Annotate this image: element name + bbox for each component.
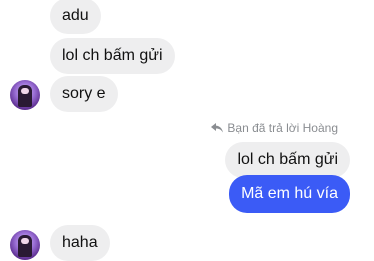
reply-arrow-icon (211, 123, 224, 133)
reply-note-text: Bạn đã trả lời Hoàng (227, 121, 338, 135)
sent-message-bubble[interactable]: Mã em hú vía (229, 175, 350, 213)
avatar-image (18, 235, 32, 257)
reply-indicator: Bạn đã trả lời Hoàng (211, 121, 338, 135)
message-bubble[interactable]: lol ch bấm gửi (50, 38, 175, 74)
message-bubble[interactable]: haha (50, 225, 110, 261)
message-text: lol ch bấm gửi (62, 47, 163, 64)
avatar[interactable] (10, 80, 40, 110)
message-text: Mã em hú vía (241, 185, 338, 202)
avatar[interactable] (10, 230, 40, 260)
message-bubble[interactable]: sory e (50, 76, 118, 112)
avatar-image (18, 85, 32, 107)
message-text: haha (62, 234, 98, 251)
message-text: sory e (62, 85, 106, 102)
message-bubble[interactable]: adu (50, 0, 101, 34)
quoted-message-bubble[interactable]: lol ch bấm gửi (225, 142, 350, 178)
message-text: adu (62, 7, 89, 24)
quoted-message-text: lol ch bấm gửi (237, 151, 338, 168)
